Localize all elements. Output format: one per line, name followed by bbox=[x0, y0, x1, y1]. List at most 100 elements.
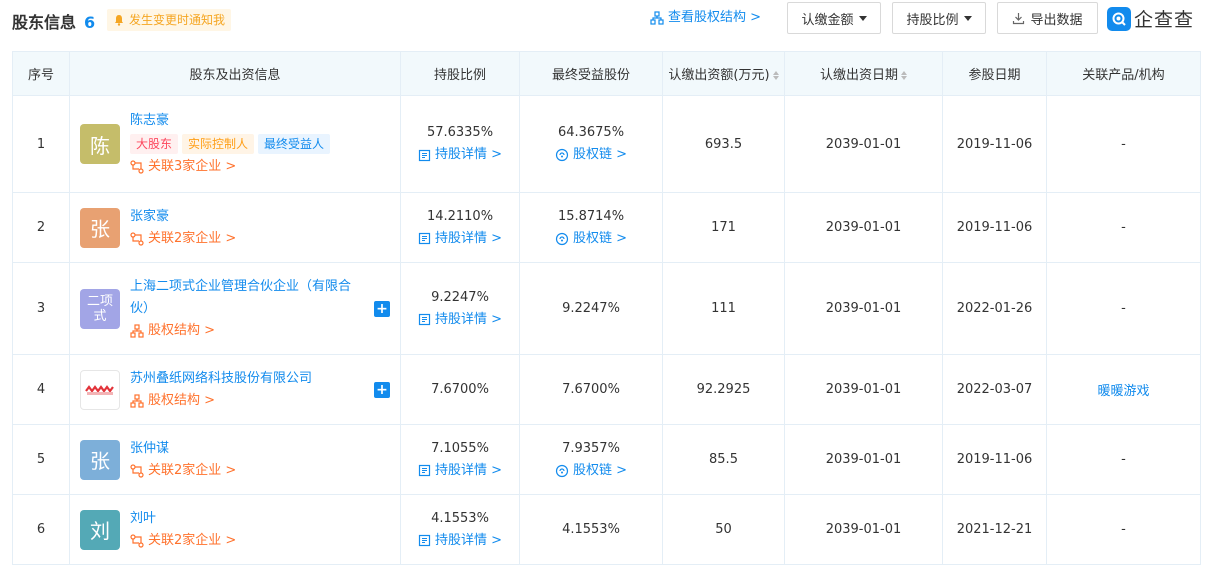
join-date-cell: 2019-11-06 bbox=[942, 192, 1047, 263]
holding-detail-link[interactable]: 持股详情 > bbox=[418, 309, 502, 331]
join-date-cell: 2019-11-06 bbox=[942, 95, 1047, 193]
holder-cell: 张 张家豪 关联2家企业 > bbox=[69, 192, 401, 263]
holder-name-link[interactable]: 张家豪 bbox=[130, 206, 390, 228]
notify-label: 发生变更时通知我 bbox=[129, 13, 226, 27]
ratio-cell: 57.6335% 持股详情 > bbox=[400, 95, 520, 193]
row-index: 1 bbox=[12, 95, 70, 193]
holder-name-link[interactable]: 陈志豪 bbox=[130, 110, 390, 132]
related-product-link[interactable]: 暖暖游戏 bbox=[1046, 354, 1201, 425]
row-index: 3 bbox=[12, 262, 70, 355]
holder-name-link[interactable]: 苏州叠纸网络科技股份有限公司 bbox=[130, 368, 360, 390]
holding-detail-label: 持股详情 > bbox=[434, 147, 503, 162]
equity-structure-label: 股权结构 > bbox=[148, 392, 216, 408]
shareholder-table: 序号 股东及出资信息 持股比例 最终受益股份 认缴出资额(万元) 认缴出资日期 … bbox=[12, 51, 1201, 565]
ratio-value: 57.6335% bbox=[426, 125, 494, 140]
equity-chain-label: 股权链 > bbox=[572, 230, 628, 246]
col-header-date[interactable]: 认缴出资日期 bbox=[784, 51, 943, 96]
section-header: 股东信息 6 发生变更时通知我 查看股权结构 > 认缴金额 持股比例 导出数据 … bbox=[0, 0, 1208, 40]
ratio-value: 7.1055% bbox=[431, 440, 489, 456]
avatar: 张 bbox=[80, 207, 120, 248]
holding-detail-link[interactable]: 持股详情 > bbox=[418, 460, 502, 482]
holder-tags: 大股东 实际控制人 最终受益人 bbox=[130, 134, 390, 154]
col-header-holder: 股东及出资信息 bbox=[69, 51, 401, 96]
ratio-cell: 4.1553% 持股详情 > bbox=[400, 494, 520, 565]
holding-detail-label: 持股详情 > bbox=[434, 532, 503, 548]
relation-icon bbox=[130, 533, 144, 548]
date-cell: 2039-01-01 bbox=[784, 424, 943, 495]
amount-cell: 171 bbox=[662, 192, 785, 263]
row-index: 6 bbox=[12, 494, 70, 565]
amount-cell: 50 bbox=[662, 494, 785, 565]
related-companies-label: 关联3家企业 > bbox=[148, 159, 237, 174]
col-header-date-label: 认缴出资日期 bbox=[819, 68, 898, 83]
bell-icon bbox=[115, 15, 123, 26]
col-header-join: 参股日期 bbox=[942, 51, 1047, 96]
tag-major-shareholder: 大股东 bbox=[130, 134, 179, 154]
col-header-benefit: 最终受益股份 bbox=[519, 51, 663, 96]
export-data-button[interactable]: 导出数据 bbox=[997, 2, 1098, 34]
date-cell: 2039-01-01 bbox=[784, 494, 943, 565]
related-companies-link[interactable]: 关联2家企业 > bbox=[130, 530, 390, 552]
date-cell: 2039-01-01 bbox=[784, 262, 943, 355]
amount-cell: 693.5 bbox=[662, 95, 785, 193]
detail-icon bbox=[418, 534, 431, 547]
ratio-cell: 14.2110% 持股详情 > bbox=[400, 192, 520, 263]
sort-ratio-dropdown[interactable]: 持股比例 bbox=[892, 2, 986, 34]
holder-name-link[interactable]: 刘叶 bbox=[130, 508, 390, 530]
holder-name-link[interactable]: 张仲谋 bbox=[130, 438, 390, 460]
row-index: 2 bbox=[12, 192, 70, 263]
download-icon bbox=[1013, 12, 1025, 24]
table-row: 2 张 张家豪 关联2家企业 > 14.2110% 持股详情 > 15.8714… bbox=[12, 192, 1201, 263]
avatar: 陈 bbox=[80, 124, 120, 164]
join-date-cell: 2022-01-26 bbox=[942, 262, 1047, 355]
expand-plus-button[interactable]: + bbox=[374, 381, 390, 398]
holding-detail-link[interactable]: 持股详情 > bbox=[418, 530, 502, 552]
row-index: 4 bbox=[12, 354, 70, 425]
ratio-cell: 7.1055% 持股详情 > bbox=[400, 424, 520, 495]
structure-icon bbox=[650, 11, 664, 25]
ratio-value: 4.1553% bbox=[431, 510, 489, 526]
benefit-cell: 15.8714% 股权链 > bbox=[519, 192, 663, 263]
holding-detail-label: 持股详情 > bbox=[434, 311, 503, 327]
equity-chain-link[interactable]: 股权链 > bbox=[555, 228, 627, 250]
view-equity-structure-link[interactable]: 查看股权结构 > bbox=[650, 9, 761, 27]
related-companies-link[interactable]: 关联2家企业 > bbox=[130, 228, 390, 250]
benefit-cell: 4.1553% bbox=[519, 494, 663, 565]
amount-cell: 92.2925 bbox=[662, 354, 785, 425]
equity-chain-label: 股权链 > bbox=[572, 147, 628, 162]
sort-icon bbox=[901, 71, 907, 80]
avatar-text: 二项式 bbox=[86, 293, 113, 324]
benefit-cell: 7.6700% bbox=[519, 354, 663, 425]
caret-down-icon bbox=[858, 15, 867, 21]
related-companies-link[interactable]: 关联3家企业 > bbox=[130, 156, 390, 178]
product-cell: - bbox=[1046, 262, 1201, 355]
holder-cell: 陈 陈志豪 大股东 实际控制人 最终受益人 关联3家企业 > bbox=[69, 95, 401, 193]
notify-change-button[interactable]: 发生变更时通知我 bbox=[107, 9, 232, 31]
holder-name-link[interactable]: 上海二项式企业管理合伙企业（有限合伙） bbox=[130, 276, 360, 320]
avatar: 刘 bbox=[80, 509, 120, 550]
equity-structure-link[interactable]: 股权结构 > bbox=[130, 390, 360, 412]
holding-detail-link[interactable]: 持股详情 > bbox=[418, 144, 502, 166]
holding-detail-link[interactable]: 持股详情 > bbox=[418, 228, 502, 250]
chain-icon bbox=[555, 232, 569, 245]
avatar: 二项式 bbox=[80, 288, 120, 329]
detail-icon bbox=[418, 464, 431, 477]
related-companies-link[interactable]: 关联2家企业 > bbox=[130, 460, 390, 482]
sort-amount-dropdown[interactable]: 认缴金额 bbox=[787, 2, 881, 34]
benefit-cell: 64.3675% 股权链 > bbox=[519, 95, 663, 193]
expand-plus-button[interactable]: + bbox=[374, 300, 390, 317]
sort-amount-label: 认缴金额 bbox=[801, 12, 854, 28]
shareholder-count: 6 bbox=[84, 13, 96, 32]
table-row: 4 苏州叠纸网络科技股份有限公司 股权结构 > + 7.6700% 7.6700… bbox=[12, 354, 1201, 425]
row-index: 5 bbox=[12, 424, 70, 495]
relation-icon bbox=[130, 231, 144, 246]
join-date-cell: 2019-11-06 bbox=[942, 424, 1047, 495]
equity-chain-link[interactable]: 股权链 > bbox=[555, 460, 627, 482]
company-logo-image bbox=[80, 369, 120, 410]
col-header-amount[interactable]: 认缴出资额(万元) bbox=[662, 51, 785, 96]
sort-ratio-label: 持股比例 bbox=[906, 12, 959, 28]
equity-chain-link[interactable]: 股权链 > bbox=[555, 144, 627, 166]
equity-structure-link[interactable]: 股权结构 > bbox=[130, 320, 360, 342]
product-cell: - bbox=[1046, 424, 1201, 495]
relation-icon bbox=[130, 160, 144, 174]
